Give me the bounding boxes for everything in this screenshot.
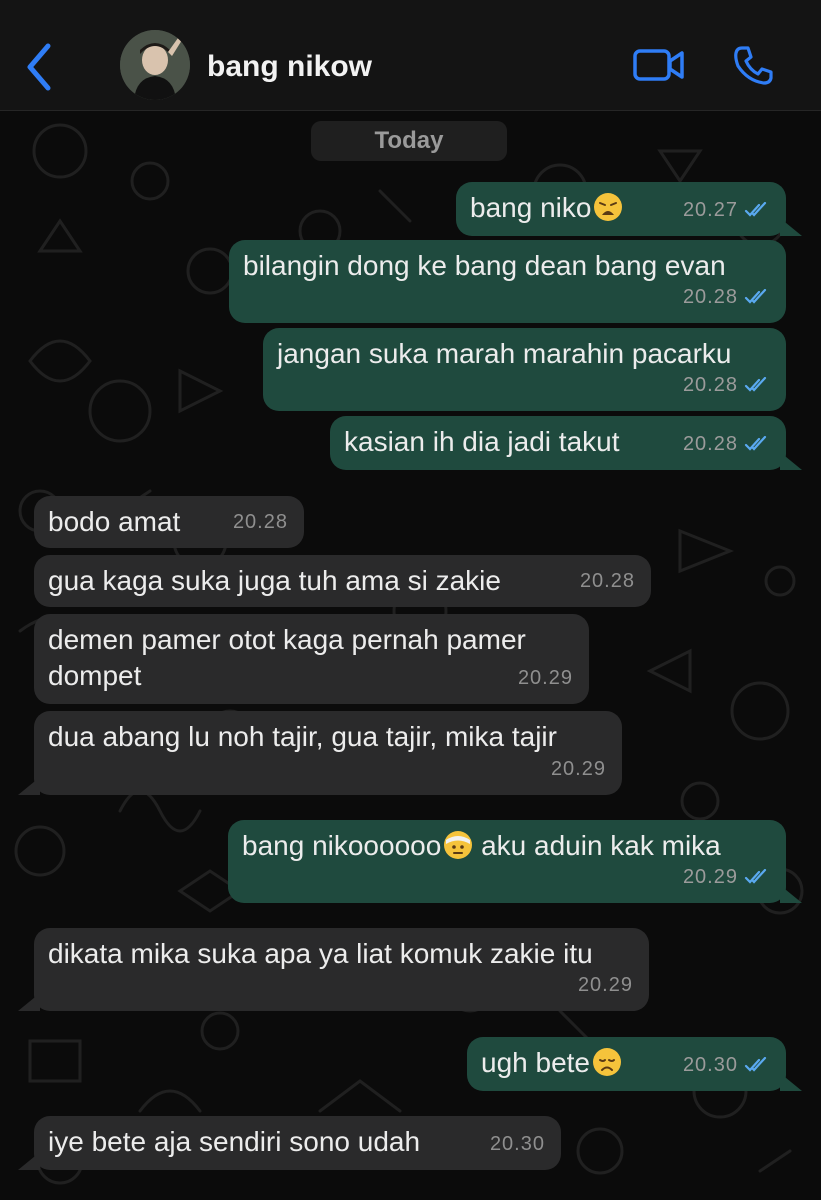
message-meta: 20.29: [577, 974, 633, 996]
read-receipt-icon: [744, 202, 767, 217]
read-receipt-icon: [744, 1057, 767, 1072]
contact-avatar[interactable]: [120, 30, 190, 100]
message-text-line-2: dompet: [48, 660, 142, 691]
message-text: iye bete aja sendiri sono udah: [48, 1126, 421, 1157]
message-meta: 20.29: [517, 667, 573, 689]
incoming-message[interactable]: demen pamer otot kaga pernah pamer dompe…: [34, 614, 589, 704]
read-receipt-icon: [744, 289, 767, 304]
message-meta: 20.28: [579, 570, 635, 592]
message-text: demen pamer otot kaga pernah pamer: [48, 624, 526, 655]
outgoing-message[interactable]: bang nikoooooo aku aduin kak mika 20.29: [228, 820, 802, 903]
contact-name[interactable]: bang nikow: [207, 50, 372, 84]
message-text: dua abang lu noh tajir, gua tajir, mika …: [48, 721, 557, 752]
disappointed-face-emoji-icon: [593, 1048, 621, 1076]
date-separator: Today: [311, 121, 507, 161]
back-chevron-icon[interactable]: [22, 40, 56, 94]
incoming-message[interactable]: dikata mika suka apa ya liat komuk zakie…: [18, 928, 649, 1011]
message-meta: 20.30: [683, 1047, 770, 1083]
video-call-icon[interactable]: [632, 44, 686, 86]
chat-header: bang nikow: [0, 0, 821, 111]
message-text: gua kaga suka juga tuh ama si zakie: [48, 565, 501, 596]
read-receipt-icon: [744, 377, 767, 392]
message-meta: 20.28: [683, 367, 770, 403]
incoming-message[interactable]: bodo amat 20.28: [34, 496, 304, 548]
message-meta: 20.28: [232, 511, 288, 533]
message-meta: 20.28: [683, 426, 770, 462]
outgoing-message[interactable]: ugh bete 20.30: [467, 1037, 802, 1091]
message-meta: 20.27: [683, 192, 770, 228]
face-with-head-bandage-emoji-icon: [444, 831, 473, 859]
message-meta: 20.28: [683, 279, 770, 315]
outgoing-message[interactable]: jangan suka marah marahin pacarku 20.28: [263, 328, 786, 411]
outgoing-message[interactable]: bang niko 20.27: [456, 182, 802, 236]
outgoing-message[interactable]: bilangin dong ke bang dean bang evan 20.…: [229, 240, 786, 323]
read-receipt-icon: [744, 436, 767, 451]
message-meta: 20.30: [489, 1133, 545, 1155]
incoming-message[interactable]: iye bete aja sendiri sono udah 20.30: [18, 1116, 561, 1170]
message-meta: 20.29: [550, 758, 606, 780]
weary-face-emoji-icon: [594, 193, 623, 221]
incoming-message[interactable]: dua abang lu noh tajir, gua tajir, mika …: [18, 711, 622, 795]
message-text: bang niko: [470, 192, 623, 223]
message-text: dikata mika suka apa ya liat komuk zakie…: [48, 938, 593, 969]
incoming-message[interactable]: gua kaga suka juga tuh ama si zakie 20.2…: [34, 555, 651, 607]
read-receipt-icon: [744, 869, 767, 884]
message-text: ugh bete: [481, 1047, 622, 1078]
outgoing-message[interactable]: kasian ih dia jadi takut 20.28: [330, 416, 802, 470]
message-meta: 20.29: [683, 859, 770, 895]
phone-call-icon[interactable]: [732, 44, 774, 86]
